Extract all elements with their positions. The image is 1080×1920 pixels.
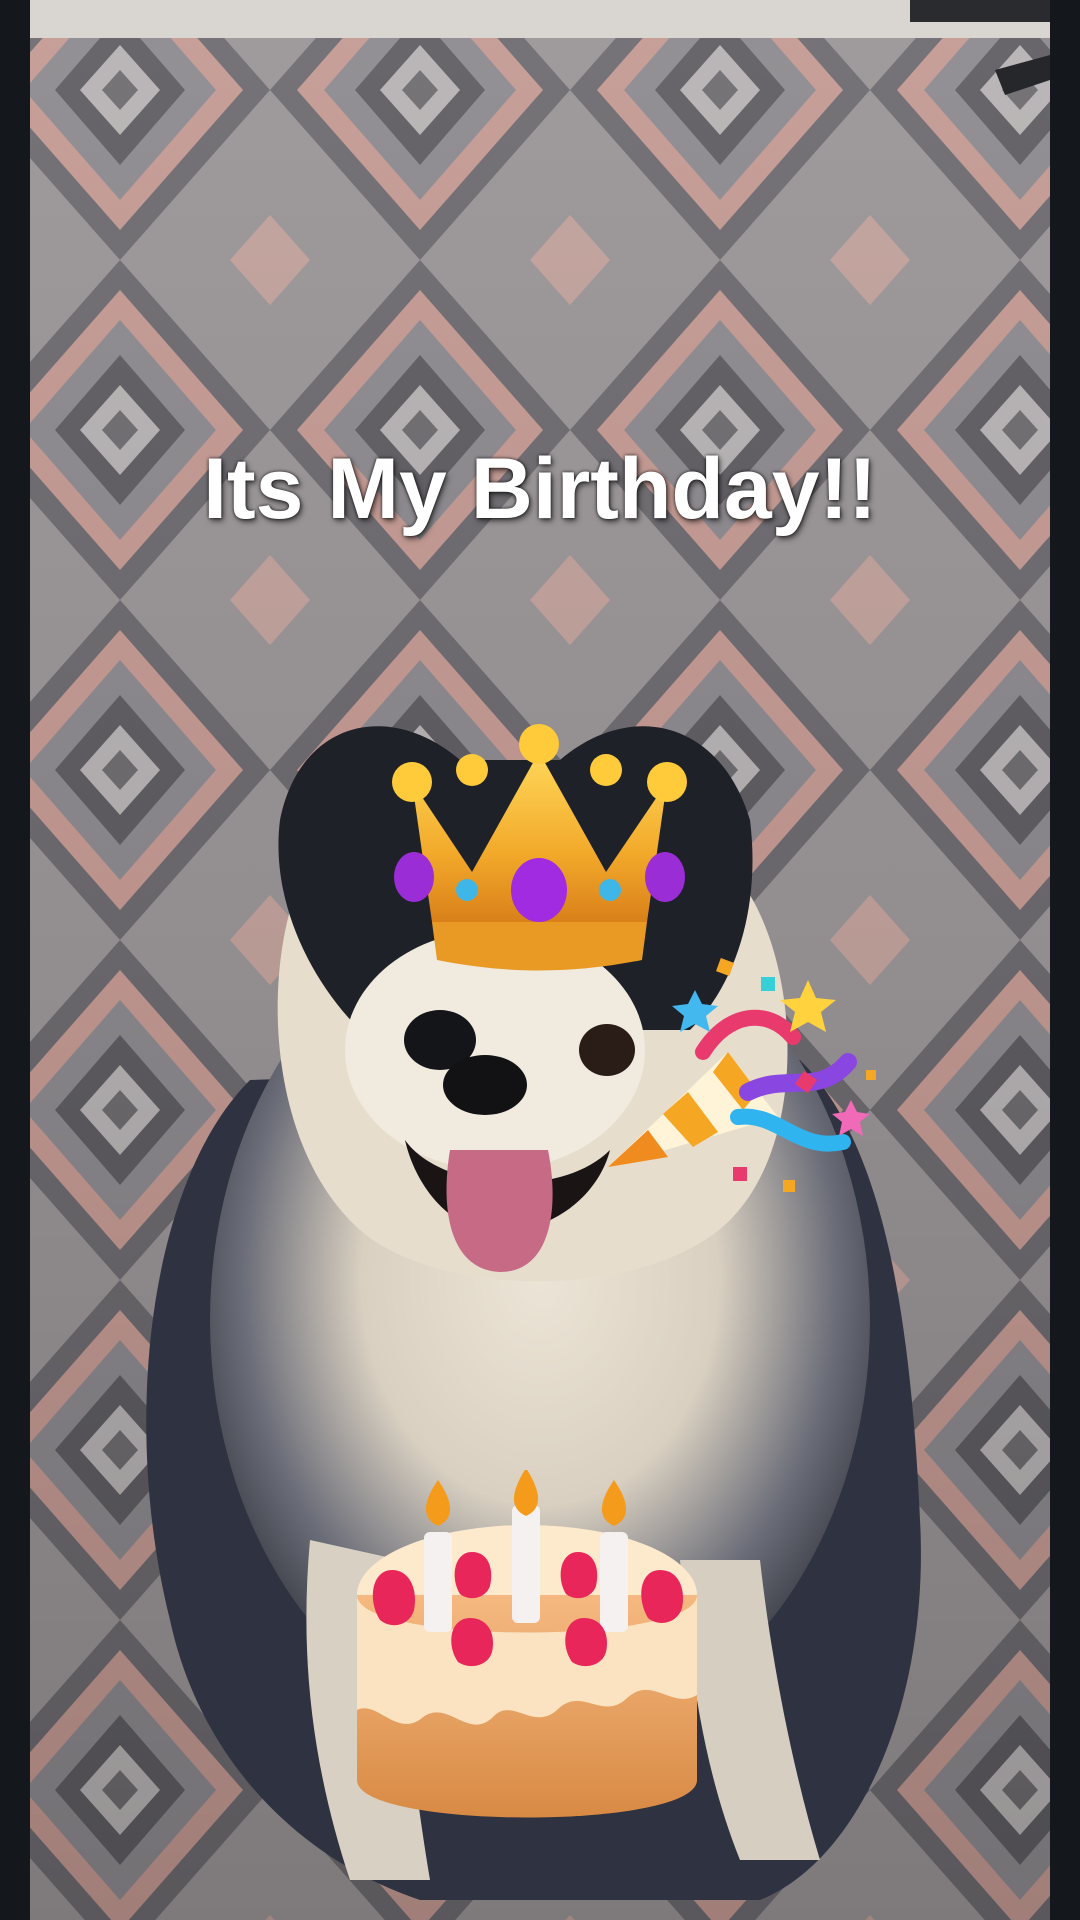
- story-caption: Its My Birthday!!: [203, 441, 877, 537]
- crown-icon[interactable]: [392, 722, 687, 974]
- birthday-cake-icon[interactable]: [352, 1470, 702, 1845]
- party-popper-icon[interactable]: [608, 952, 878, 1202]
